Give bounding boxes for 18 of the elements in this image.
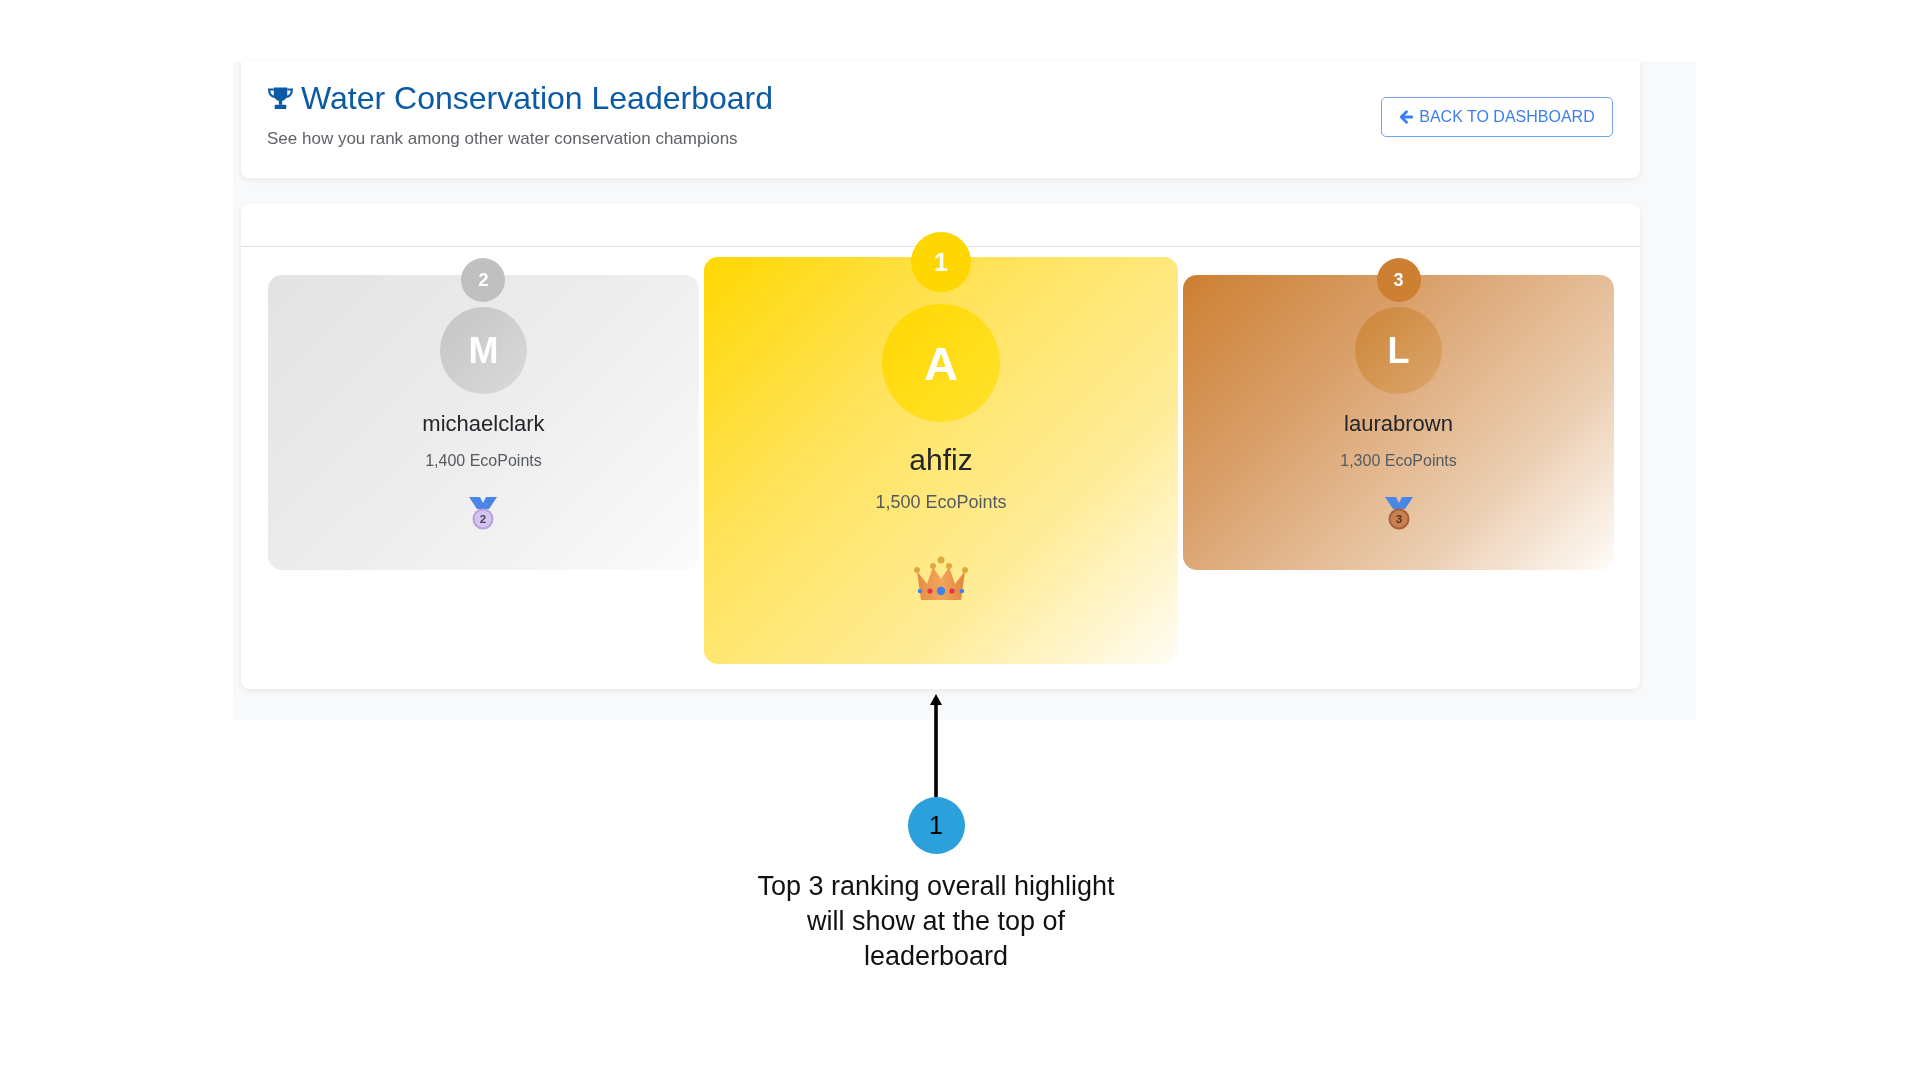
rank-badge: 2 <box>461 258 506 302</box>
trophy-icon <box>267 86 294 110</box>
eco-points: 1,500 EcoPoints <box>875 491 1007 514</box>
eco-points: 1,400 EcoPoints <box>425 451 542 471</box>
user-name: michaelclark <box>422 410 545 438</box>
crown-icon <box>913 556 969 602</box>
eco-points: 1,300 EcoPoints <box>1340 451 1457 471</box>
user-avatar: A <box>882 304 1000 422</box>
page-title: Water Conservation Leaderboard <box>301 79 773 118</box>
page-subtitle: See how you rank among other water conservation champions <box>267 128 739 150</box>
user-avatar: L <box>1355 307 1442 394</box>
user-name: laurabrown <box>1344 410 1453 438</box>
back-button[interactable]: BACK TO DASHBOARD <box>1381 97 1613 137</box>
rank-badge: 3 <box>1376 258 1421 302</box>
rank-badge: 1 <box>911 232 971 292</box>
callout-marker: 1 <box>907 797 965 854</box>
user-name: ahfiz <box>909 442 973 478</box>
callout-text: Top 3 ranking overall highlight will show at the top of leaderboard <box>756 870 1116 973</box>
